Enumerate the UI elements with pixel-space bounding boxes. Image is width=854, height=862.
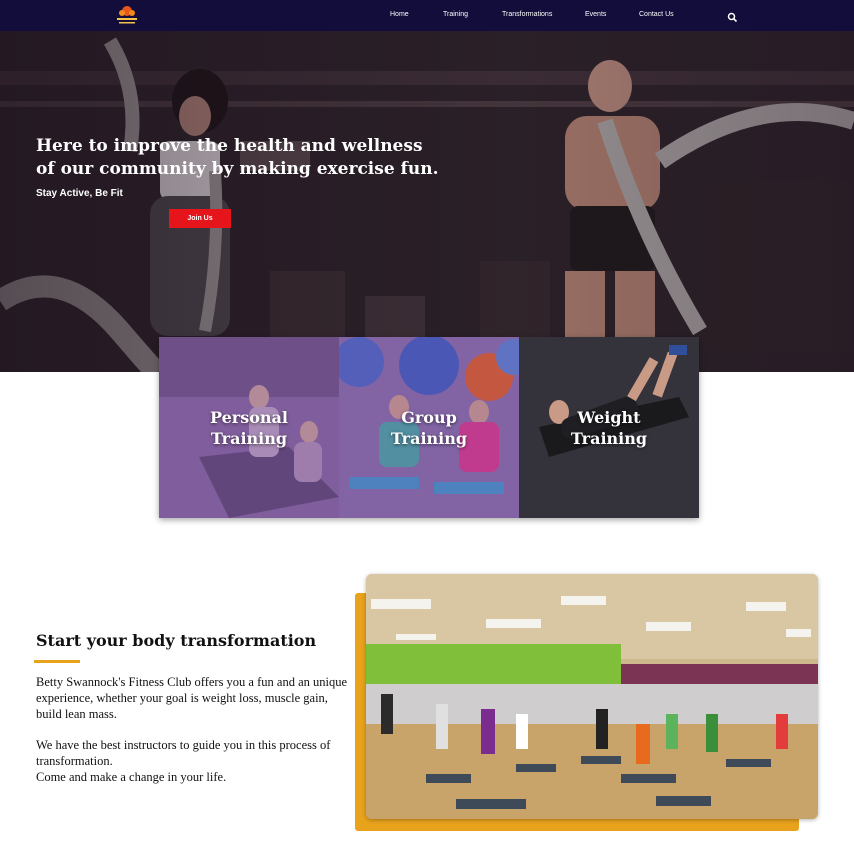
group-class-image (366, 574, 818, 819)
nav-events[interactable]: Events (585, 11, 606, 18)
card-label-personal-training: Personal Training (210, 408, 288, 448)
hero-banner: Here to improve the health and wellness … (0, 31, 854, 372)
card-label-group-training: Group Training (390, 408, 468, 448)
about-text: Betty Swannock's Fitness Club offers you… (36, 674, 356, 785)
top-nav: Home Training Transformations Events Con… (0, 0, 854, 31)
hero-title-line-1: Here to improve the health and wellness (36, 136, 423, 156)
nav-training[interactable]: Training (443, 11, 468, 18)
hero-subtitle: Stay Active, Be Fit (36, 188, 123, 199)
nav-transformations[interactable]: Transformations (502, 11, 552, 18)
about-title: Start your body transformation (36, 631, 317, 650)
card-group-training[interactable]: Group Training (339, 337, 519, 518)
group-class-photo (366, 574, 818, 819)
about-paragraph-2-line-2: Come and make a change in your life. (36, 770, 227, 784)
hero-title: Here to improve the health and wellness … (36, 135, 496, 181)
hero-title-line-2: of our community by making exercise fun. (36, 159, 439, 179)
nav-home[interactable]: Home (390, 11, 409, 18)
nav-contact-us[interactable]: Contact Us (639, 11, 674, 18)
search-icon[interactable] (727, 10, 738, 23)
join-us-button[interactable]: Join Us (169, 209, 231, 228)
card-personal-training[interactable]: Personal Training (159, 337, 339, 518)
about-paragraph-1: Betty Swannock's Fitness Club offers you… (36, 675, 348, 721)
card-weight-training[interactable]: Weight Training (519, 337, 699, 518)
about-paragraph-2-line-1: We have the best instructors to guide yo… (36, 738, 331, 768)
card-label-weight-training: Weight Training (570, 408, 648, 448)
title-underline (34, 660, 80, 663)
training-cards: Personal Training Group Training Weight … (159, 337, 699, 518)
